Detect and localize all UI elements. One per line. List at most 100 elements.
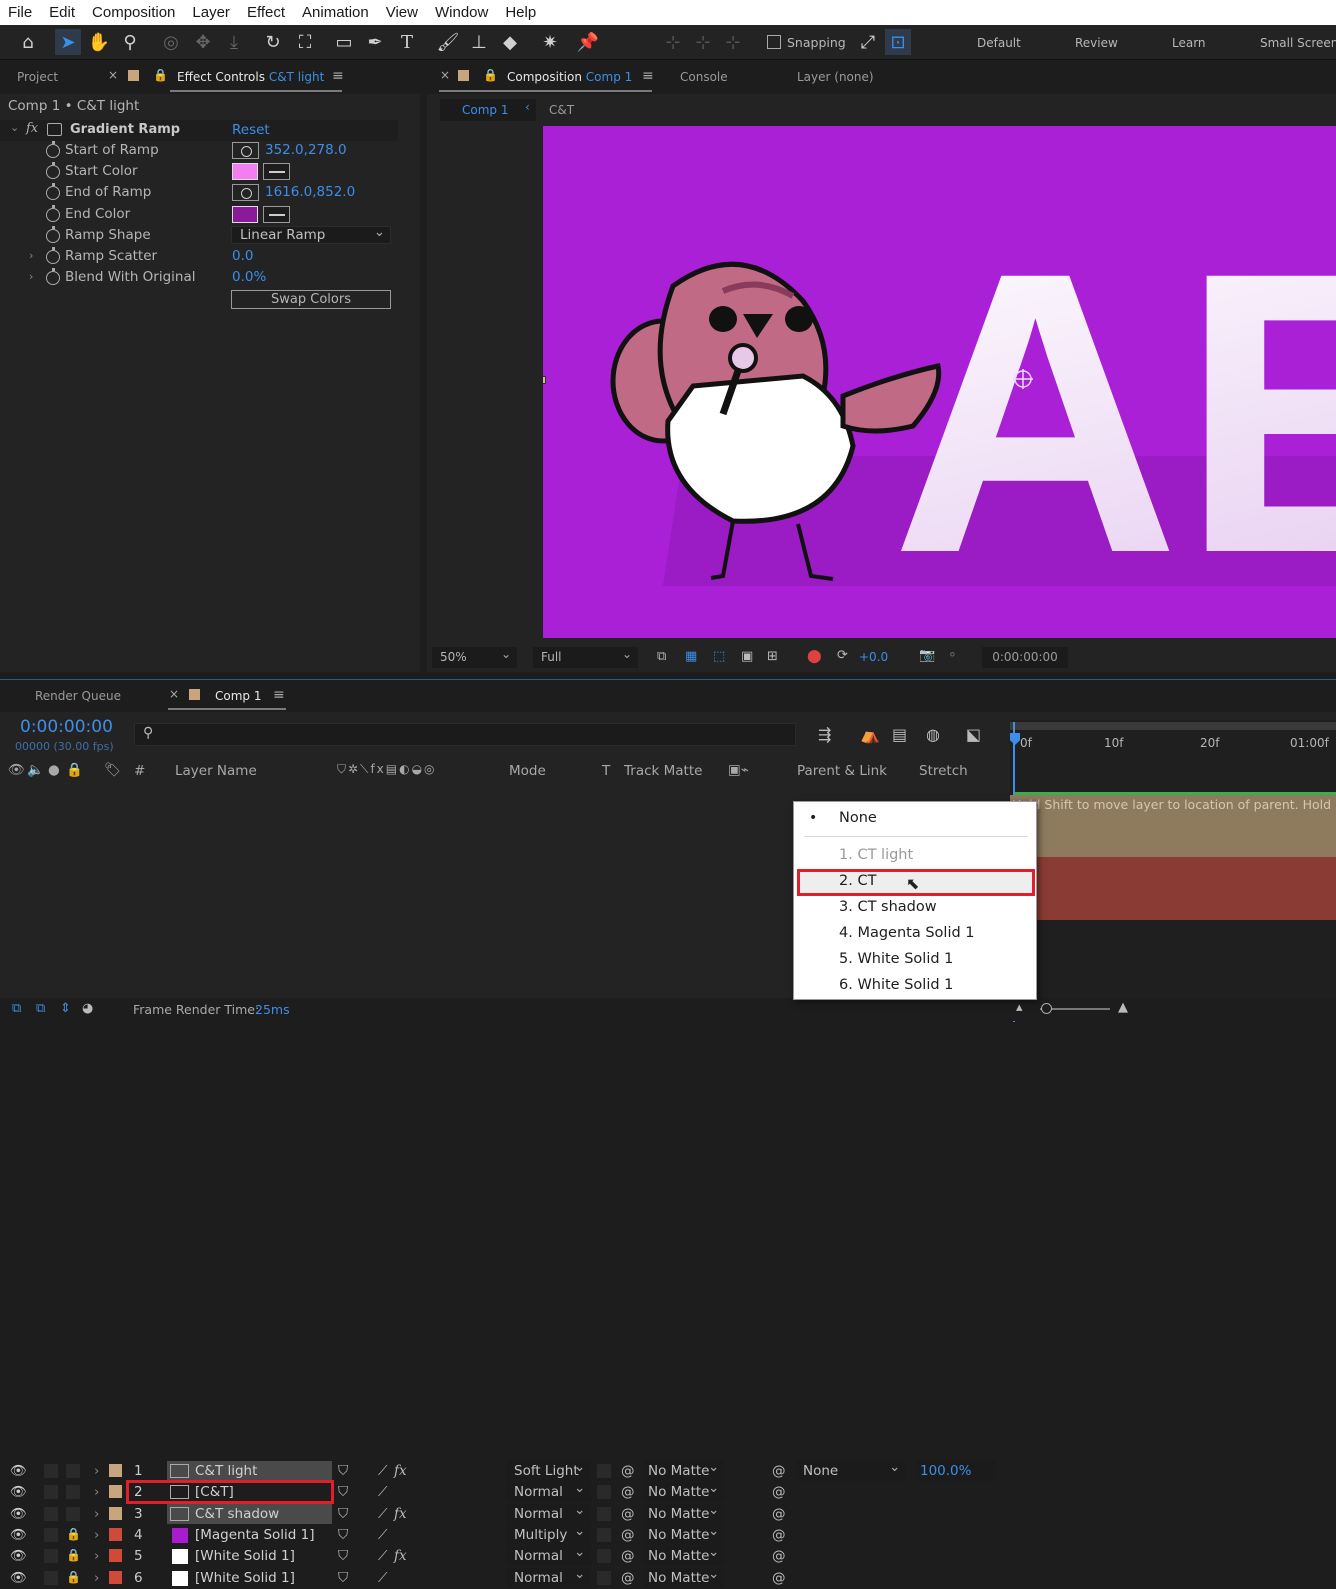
- puppet-pin-icon[interactable]: 📌: [575, 29, 601, 55]
- layer-bar-3[interactable]: [1010, 836, 1336, 857]
- quality-switch-icon[interactable]: ⟋: [378, 1506, 387, 1522]
- quality-switch-icon[interactable]: ⟋: [378, 1548, 387, 1564]
- work-area-bar[interactable]: [1010, 722, 1336, 730]
- eye-icon[interactable]: 👁: [8, 762, 25, 778]
- chevron-down-icon[interactable]: ⌄: [574, 1480, 585, 1496]
- chevron-down-icon[interactable]: ⌄: [708, 1566, 719, 1582]
- pen-tool-icon[interactable]: ✒: [362, 29, 388, 55]
- panel-menu-icon[interactable]: ≡: [332, 68, 344, 84]
- crumb-comp1[interactable]: Comp 1 ‹: [440, 99, 536, 121]
- panel-menu-icon[interactable]: ≡: [642, 68, 654, 84]
- stopwatch-icon[interactable]: [46, 141, 60, 158]
- axis-world-icon[interactable]: ⊹: [690, 29, 716, 55]
- visibility-eye-icon[interactable]: 👁: [10, 1527, 27, 1543]
- layer-search-input[interactable]: ⚲: [134, 723, 796, 746]
- layer-name[interactable]: [Magenta Solid 1]: [195, 1527, 315, 1543]
- expand-icon[interactable]: ›: [29, 270, 33, 283]
- end-of-ramp-value[interactable]: 1616.0,852.0: [265, 184, 355, 200]
- lock-switch[interactable]: [66, 1464, 80, 1478]
- label-color-swatch[interactable]: [109, 1464, 122, 1477]
- track-matte-value[interactable]: No Matte: [648, 1484, 709, 1500]
- tab-composition[interactable]: Composition Comp 1: [507, 70, 632, 84]
- axis-local-icon[interactable]: ⊹: [660, 29, 686, 55]
- preserve-transparency-box[interactable]: [597, 1549, 611, 1564]
- label-color-swatch[interactable]: [109, 1570, 122, 1584]
- workspace-learn[interactable]: Learn: [1172, 36, 1206, 50]
- panel-menu-icon[interactable]: ≡: [273, 687, 285, 703]
- chevron-down-icon[interactable]: ⌄: [574, 1523, 585, 1539]
- lock-icon[interactable]: 🔒: [483, 68, 498, 82]
- resolution-dropdown[interactable]: Full ⌄: [533, 647, 638, 668]
- shy-switch-icon[interactable]: ⛉: [338, 1548, 348, 1564]
- layer-name[interactable]: C&T light: [195, 1463, 257, 1479]
- stopwatch-icon[interactable]: [46, 247, 60, 264]
- pan-behind-icon[interactable]: ⛶: [292, 29, 318, 55]
- tab-layer[interactable]: Layer (none): [797, 70, 874, 84]
- stopwatch-icon[interactable]: [46, 162, 60, 179]
- orbit-camera-icon[interactable]: ◎: [158, 29, 184, 55]
- quality-switch-icon[interactable]: ⟋: [378, 1570, 387, 1586]
- solo-switch[interactable]: [44, 1506, 58, 1521]
- expand-icon[interactable]: ›: [29, 249, 33, 262]
- snapping-checkbox[interactable]: [767, 35, 781, 49]
- modes-toggle-icon[interactable]: ⧉: [36, 1001, 45, 1016]
- shy-switch-icon[interactable]: ⛉: [338, 1484, 348, 1500]
- channel-icon[interactable]: ⬤: [807, 649, 822, 664]
- blend-with-original-value[interactable]: 0.0%: [232, 269, 266, 285]
- reset-exposure-icon[interactable]: ⟳: [837, 648, 848, 663]
- chevron-down-icon[interactable]: ⌄: [574, 1459, 585, 1475]
- parent-pickwhip-icon[interactable]: @: [772, 1527, 786, 1543]
- visibility-eye-icon[interactable]: 👁: [10, 1506, 27, 1522]
- composition-viewer[interactable]: AE: [543, 126, 1336, 638]
- snap-features-icon[interactable]: ⊡: [885, 29, 911, 55]
- parent-option-white-solid-5[interactable]: 5. White Solid 1: [839, 951, 953, 967]
- menu-view[interactable]: View: [386, 4, 418, 21]
- workspace-review[interactable]: Review: [1075, 36, 1118, 50]
- preserve-transparency-box[interactable]: [597, 1506, 611, 1521]
- close-icon[interactable]: ×: [169, 687, 179, 701]
- crumb-ct[interactable]: C&T: [549, 103, 574, 117]
- expand-icon[interactable]: ›: [94, 1527, 99, 1543]
- eyedropper-icon[interactable]: [263, 206, 290, 223]
- pan-camera-icon[interactable]: ✥: [190, 29, 216, 55]
- brush-tool-icon[interactable]: 🖌: [435, 29, 461, 55]
- menu-file[interactable]: File: [8, 4, 32, 21]
- expand-icon[interactable]: ›: [94, 1548, 99, 1564]
- graph-editor-icon[interactable]: ⬕: [966, 725, 981, 744]
- eraser-tool-icon[interactable]: ◆: [497, 29, 523, 55]
- layer-row[interactable]: 👁 › 1 C&T light ⛉ ⟋ fx Soft Light ⌄ @ No Matte ⌄ @ No…: [4, 1459, 1008, 1482]
- solo-switch[interactable]: [44, 1485, 58, 1500]
- snap-edges-icon[interactable]: ⤢: [855, 29, 881, 55]
- stopwatch-icon[interactable]: [46, 268, 60, 285]
- crosshair-icon[interactable]: [232, 184, 259, 201]
- clone-stamp-icon[interactable]: ⊥: [466, 29, 492, 55]
- effect-header-row[interactable]: ⌄ fx Gradient Ramp Reset: [0, 120, 398, 141]
- menu-edit[interactable]: Edit: [49, 4, 75, 21]
- layer-row[interactable]: 👁 🔒 › 4 [Magenta Solid 1] ⛉ ⟋ Multiply ⌄ @ No Matt…: [4, 1523, 1008, 1546]
- zoom-in-icon[interactable]: ▲: [1118, 1000, 1128, 1015]
- mask-visibility-icon[interactable]: ⬚: [713, 649, 725, 664]
- layer-bar-5[interactable]: [1010, 878, 1336, 899]
- label-color-swatch[interactable]: [109, 1527, 122, 1541]
- motion-blur-icon[interactable]: ◍: [926, 725, 940, 744]
- menu-effect[interactable]: Effect: [247, 4, 285, 21]
- parent-pickwhip-icon[interactable]: @: [772, 1570, 786, 1586]
- track-matte-link-icon[interactable]: @: [621, 1463, 635, 1479]
- expand-icon[interactable]: ›: [94, 1463, 99, 1479]
- solo-switch[interactable]: [44, 1549, 58, 1564]
- axis-view-icon[interactable]: ⊹: [720, 29, 746, 55]
- layer-bar-2[interactable]: [1010, 815, 1336, 836]
- layer-name[interactable]: C&T shadow: [195, 1506, 279, 1522]
- render-time-icon[interactable]: ◕: [82, 1001, 93, 1016]
- lock-switch[interactable]: [66, 1485, 80, 1500]
- mode-value[interactable]: Normal: [514, 1570, 563, 1586]
- track-matte-link-icon[interactable]: @: [621, 1570, 635, 1586]
- rectangle-tool-icon[interactable]: ▭: [331, 29, 357, 55]
- parent-pickwhip-icon[interactable]: @: [772, 1484, 786, 1500]
- parent-option-ct-shadow[interactable]: 3. CT shadow: [839, 899, 937, 915]
- lock-icon[interactable]: 🔒: [153, 68, 168, 82]
- lock-column-icon[interactable]: 🔒: [66, 762, 83, 778]
- start-of-ramp-value[interactable]: 352.0,278.0: [265, 142, 347, 158]
- fx-icon[interactable]: fx: [394, 1506, 407, 1522]
- handle-icon[interactable]: [543, 376, 546, 384]
